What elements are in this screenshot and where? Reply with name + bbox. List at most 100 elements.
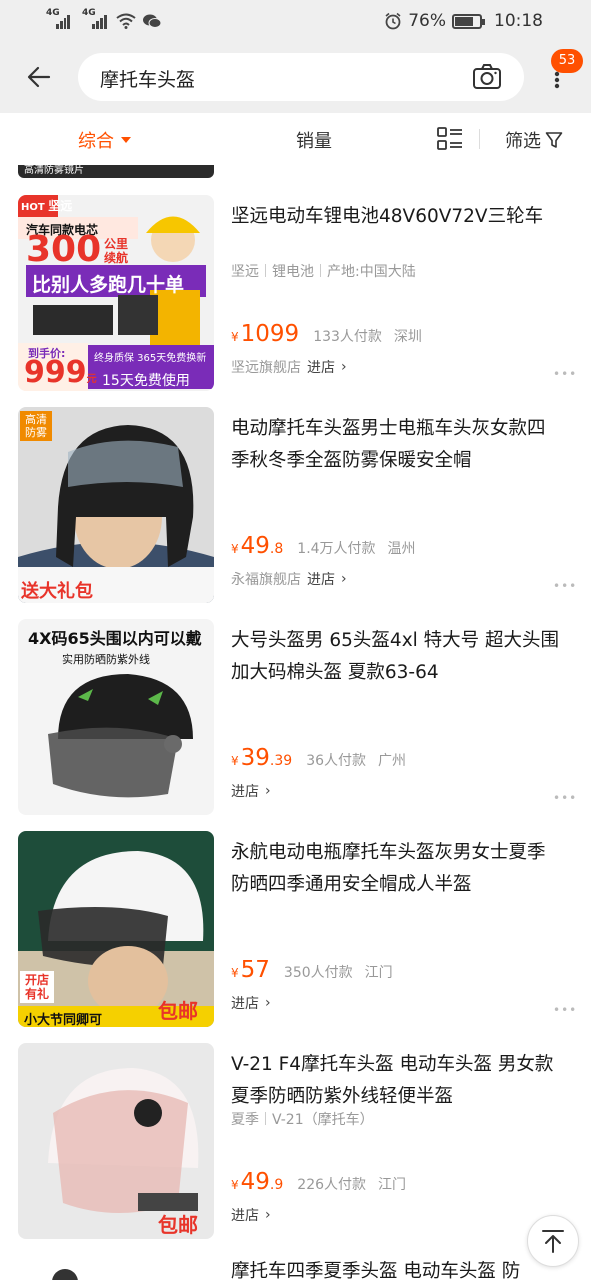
thumb-subline: 实用防晒防紫外线 — [62, 653, 150, 666]
currency-symbol: ¥ — [231, 966, 239, 980]
enter-shop-link[interactable]: 进店 — [231, 993, 259, 1013]
product-title[interactable]: 坚远电动车锂电池48V60V72V三轮车 — [231, 201, 561, 265]
status-right: 76% 10:18 — [384, 11, 543, 31]
thumb-price-unit: 元 — [86, 374, 97, 385]
chevron-right-icon: › — [265, 995, 271, 1011]
sort-comprehensive-label: 综合 — [78, 131, 114, 152]
chevron-right-icon: › — [341, 571, 347, 587]
thumb-big-number: 300 — [26, 229, 102, 270]
price-decimal: .9 — [269, 1177, 284, 1193]
price-integer: 39 — [240, 745, 270, 771]
thumb-bottom-tag: 包邮 — [158, 1213, 198, 1237]
enter-shop-link[interactable]: 进店 — [307, 357, 335, 377]
thumb-warranty: 终身质保 365天免费换新 — [94, 353, 207, 364]
product-card[interactable]: 开店 有礼 包邮 小大节同卿可 永航电动电瓶摩托车头盔灰男女士夏季防晒四季通用安… — [0, 831, 591, 1027]
wifi-icon — [116, 13, 136, 29]
enter-shop-link[interactable]: 进店 — [231, 781, 259, 801]
currency-symbol: ¥ — [231, 330, 239, 344]
signal-tag: 4G — [82, 8, 96, 18]
shop-name: 坚远旗舰店 — [231, 360, 301, 376]
thumb-unit1: 公里 — [104, 237, 129, 251]
thumb-bottom-text: 小大节同卿可 — [24, 1013, 103, 1027]
sales-count: 133人付款 — [313, 329, 382, 345]
notification-badge: 53 — [551, 49, 583, 73]
product-image[interactable]: HOT 坚远 汽车同款电芯 300 公里 续航 比别人多跑几十单 到手价: 999… — [18, 195, 214, 391]
back-to-top-button[interactable] — [527, 1215, 579, 1267]
arrow-up-icon — [542, 1230, 564, 1253]
sort-comprehensive[interactable]: 综合 — [78, 127, 131, 153]
price-integer: 49 — [240, 1169, 270, 1195]
funnel-icon — [545, 132, 563, 148]
filter-label: 筛选 — [505, 131, 541, 152]
price-row: ¥ 39 .39 36人付款 广州 — [231, 745, 406, 771]
product-attributes: 夏季 V-21（摩托车） — [231, 1109, 374, 1129]
shop-row[interactable]: 永福旗舰店 进店 › — [231, 569, 347, 589]
product-card[interactable]: HOT 坚远 汽车同款电芯 300 公里 续航 比别人多跑几十单 到手价: 999… — [0, 195, 591, 391]
enter-shop-link[interactable]: 进店 — [307, 569, 335, 589]
sales-count: 226人付款 — [297, 1177, 367, 1193]
top-area: 4G 4G 76% 10:18 摩托车头盔 53 — [0, 0, 591, 113]
product-title[interactable]: 大号头盔男 65头盔4xl 特大号 超大头围 加大码棉头盔 夏款63-64 — [231, 625, 561, 689]
product-image[interactable]: 包邮 — [18, 1043, 214, 1239]
shipping-location: 温州 — [387, 541, 416, 557]
product-image[interactable]: 4X码65头围以内可以戴 实用防晒防紫外线 — [18, 619, 214, 815]
sales-count: 36人付款 — [306, 753, 367, 769]
thumb-unit: 公里 续航 — [104, 237, 128, 265]
more-options-icon[interactable]: ••• — [553, 367, 577, 381]
thumb-corner-tag: 高清防雾 — [20, 411, 52, 441]
back-button[interactable] — [22, 60, 56, 94]
search-box[interactable]: 摩托车头盔 — [78, 53, 524, 101]
shop-row[interactable]: 进店 › — [231, 993, 271, 1013]
enter-shop-link[interactable]: 进店 — [231, 1205, 259, 1225]
shop-row[interactable]: 坚远旗舰店 进店 › — [231, 357, 347, 377]
product-title[interactable]: 电动摩托车头盔男士电瓶车头灰女款四季秋冬季全盔防雾保暖安全帽 — [231, 413, 561, 477]
status-bar: 4G 4G 76% 10:18 — [0, 0, 591, 44]
chevron-right-icon: › — [341, 359, 347, 375]
back-arrow-icon — [27, 66, 51, 88]
sort-bar: 综合 销量 筛选 — [0, 113, 591, 165]
partial-product-title[interactable]: 摩托车四季夏季头盔 电动车头盔 防 — [231, 1257, 520, 1280]
currency-symbol: ¥ — [231, 1178, 239, 1192]
shop-row[interactable]: 进店 › — [231, 781, 271, 801]
alarm-icon — [385, 12, 401, 30]
more-options-icon[interactable]: ••• — [553, 579, 577, 593]
thumb-headline: 4X码65头围以内可以戴 — [28, 629, 202, 648]
product-image[interactable]: 高清防雾 送大礼包 — [18, 407, 214, 603]
wechat-icon — [143, 14, 162, 28]
sort-sales-label: 销量 — [296, 131, 332, 152]
product-title[interactable]: 永航电动电瓶摩托车头盔灰男女士夏季防晒四季通用安全帽成人半盔 — [231, 837, 561, 901]
product-title[interactable]: V-21 F4摩托车头盔 电动车头盔 男女款夏季防晒防紫外线轻便半盔 — [231, 1049, 561, 1113]
list-layout-icon — [437, 127, 462, 150]
product-card[interactable]: 包邮 V-21 F4摩托车头盔 电动车头盔 男女款夏季防晒防紫外线轻便半盔 夏季… — [0, 1043, 591, 1239]
sort-sales[interactable]: 销量 — [296, 127, 332, 153]
price-integer: 49 — [240, 533, 270, 559]
partial-product-card[interactable]: 摩托车四季夏季头盔 电动车头盔 防 — [0, 1255, 591, 1280]
price-decimal: .39 — [269, 753, 293, 769]
shop-row[interactable]: 进店 › — [231, 1205, 271, 1225]
thumb-unit2: 续航 — [104, 251, 129, 265]
product-card[interactable]: 4X码65头围以内可以戴 实用防晒防紫外线 大号头盔男 65头盔4xl 特大号 … — [0, 619, 591, 815]
more-options-icon[interactable]: ••• — [553, 791, 577, 805]
signal-icon: 4G — [82, 8, 110, 29]
price-row: ¥ 1099 133人付款 深圳 — [231, 321, 422, 347]
price-row: ¥ 49 .9 226人付款 江门 — [231, 1169, 406, 1195]
layout-toggle-button[interactable] — [437, 127, 463, 151]
chevron-right-icon: › — [265, 1207, 271, 1223]
attribute-text: 锂电池 — [272, 264, 314, 280]
thumb-bottom-tag: 包邮 — [158, 999, 198, 1023]
filter-button[interactable]: 筛选 — [505, 127, 563, 153]
partial-product-image[interactable] — [52, 1269, 78, 1280]
product-card[interactable]: 高清防雾 送大礼包 电动摩托车头盔男士电瓶车头灰女款四季秋冬季全盔防雾保暖安全帽… — [0, 407, 591, 603]
sales-count: 350人付款 — [283, 965, 353, 981]
sales-count: 1.4万人付款 — [297, 541, 376, 557]
attribute-text: 产地:中国大陆 — [327, 264, 416, 280]
product-image[interactable]: 开店 有礼 包邮 小大节同卿可 — [18, 831, 214, 1027]
partial-product-image[interactable]: 高清防雾镜片 — [18, 165, 214, 178]
more-options-icon[interactable]: ••• — [553, 1003, 577, 1017]
price-integer: 57 — [240, 957, 270, 983]
thumb-side-tag: 开店 有礼 — [20, 971, 54, 1003]
search-input[interactable]: 摩托车头盔 — [100, 65, 195, 92]
camera-search-button[interactable] — [472, 63, 502, 91]
price-integer: 1099 — [240, 321, 300, 347]
partial-product-label: 高清防雾镜片 — [24, 165, 84, 176]
